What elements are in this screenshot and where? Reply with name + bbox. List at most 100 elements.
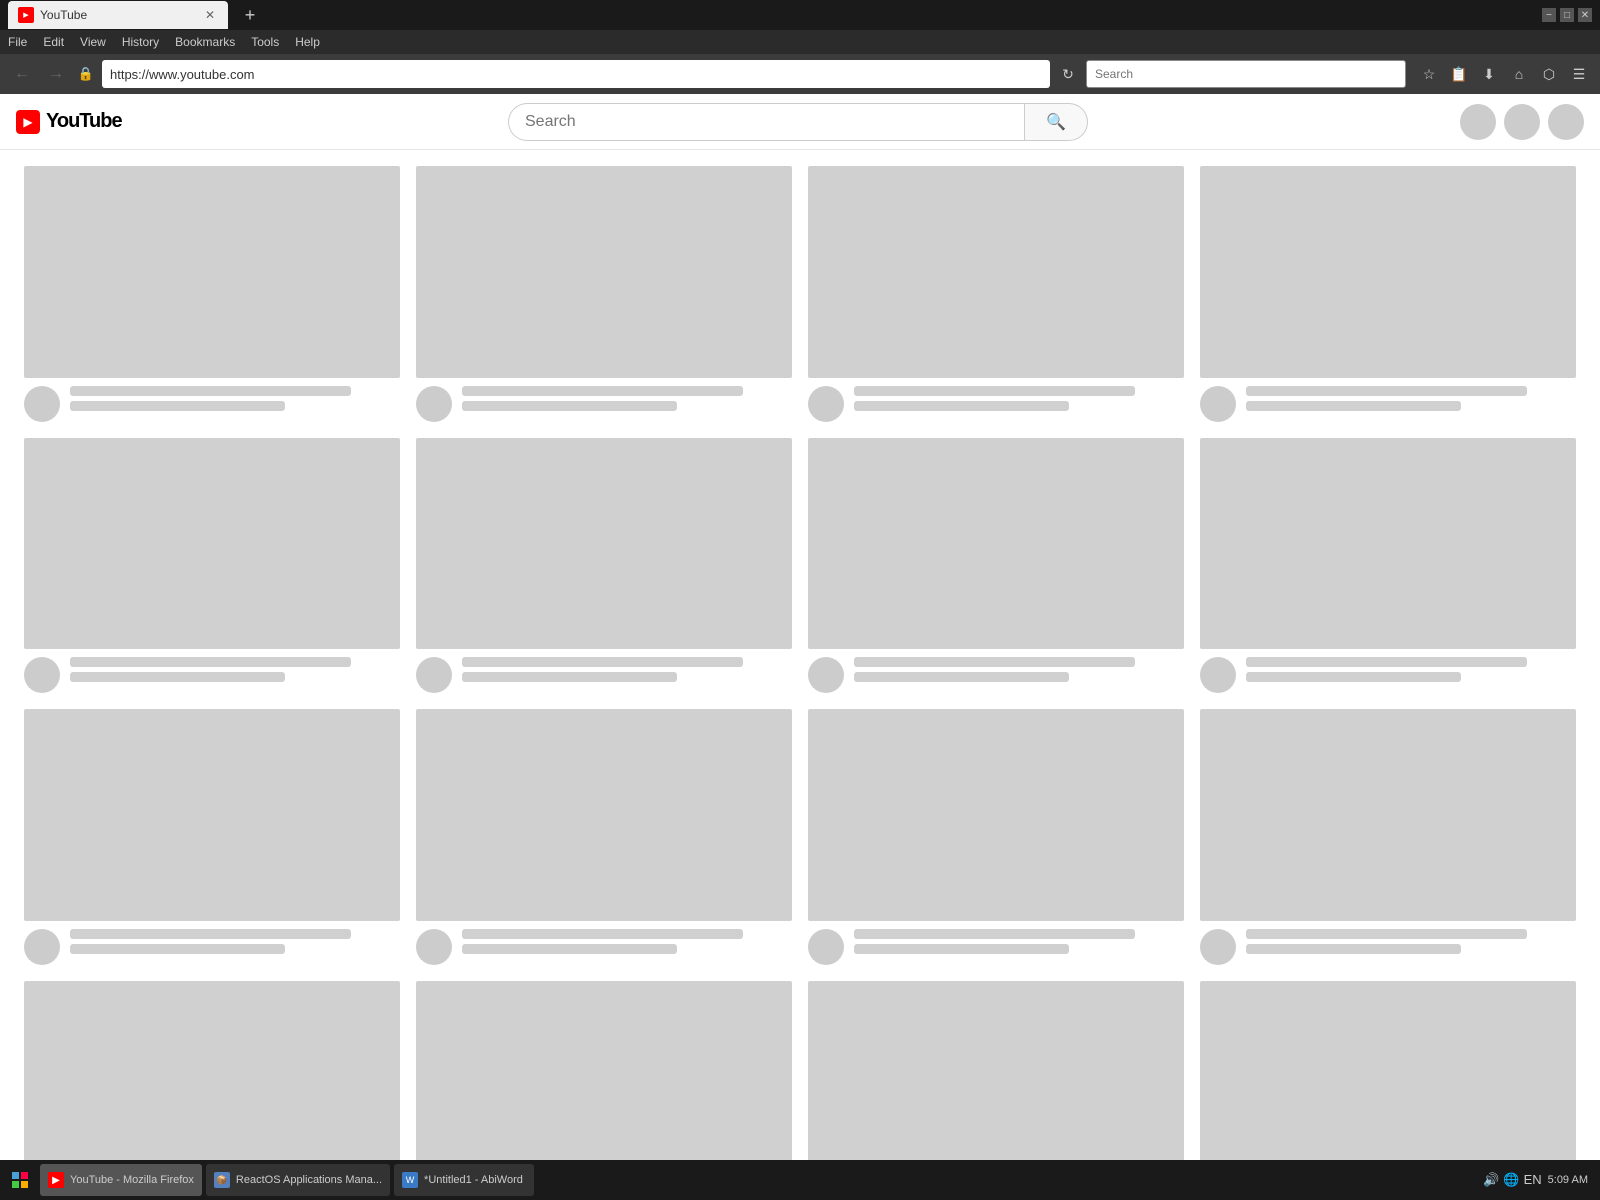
card-meta [1246,929,1576,954]
start-button[interactable] [4,1164,36,1196]
sys-icons: 🔊 🌐 EN [1483,1172,1541,1188]
menu-edit[interactable]: Edit [43,35,64,49]
video-thumbnail[interactable] [416,981,792,1165]
skeleton-title-line [854,386,1135,396]
home-button[interactable]: ⌂ [1506,61,1532,87]
video-grid-row-1 [24,166,1576,422]
browser-toolbar: ← → 🔒 ↻ ☆ 📋 ⬇ ⌂ ⬡ ☰ [0,54,1600,94]
card-info [1200,929,1576,965]
video-thumbnail[interactable] [808,981,1184,1165]
window-controls: − □ ✕ [1542,8,1592,22]
video-thumbnail[interactable] [808,438,1184,650]
video-thumbnail[interactable] [416,166,792,378]
skeleton-subtitle-line [462,401,677,411]
menu-view[interactable]: View [80,35,106,49]
pocket-button[interactable]: ⬡ [1536,61,1562,87]
skeleton-title-line [462,657,743,667]
video-thumbnail[interactable] [416,438,792,650]
card-info [808,929,1184,965]
channel-avatar [24,929,60,965]
video-card [808,438,1184,694]
close-button[interactable]: ✕ [1578,8,1592,22]
network-icon: 🌐 [1503,1172,1519,1188]
download-button[interactable]: ⬇ [1476,61,1502,87]
youtube-search-wrapper: 🔍 [508,103,1088,141]
skeleton-title-line [70,386,351,396]
youtube-content [0,150,1600,1164]
taskbar-firefox-button[interactable]: ▶ YouTube - Mozilla Firefox [40,1164,202,1196]
bookmark-list-button[interactable]: 📋 [1446,61,1472,87]
skeleton-title-line [462,929,743,939]
card-meta [462,929,792,954]
youtube-search-container: 🔍 [152,103,1444,141]
card-info [808,657,1184,693]
channel-avatar [24,386,60,422]
back-button[interactable]: ← [8,60,36,88]
video-card [416,709,792,965]
youtube-logo-area: ▶ YouTube [16,110,136,134]
forward-button[interactable]: → [42,60,70,88]
video-card [416,981,792,1165]
card-meta [462,657,792,682]
card-meta [70,386,400,411]
channel-avatar [416,657,452,693]
skeleton-title-line [70,929,351,939]
youtube-logo-text: YouTube [46,110,122,133]
skeleton-subtitle-line [1246,944,1461,954]
card-info [808,386,1184,422]
video-grid-row-3 [24,709,1576,965]
video-thumbnail[interactable] [1200,438,1576,650]
video-thumbnail[interactable] [24,438,400,650]
maximize-button[interactable]: □ [1560,8,1574,22]
menu-file[interactable]: File [8,35,27,49]
skeleton-title-line [1246,657,1527,667]
video-thumbnail[interactable] [808,166,1184,378]
taskbar-firefox-icon: ▶ [48,1172,64,1188]
video-thumbnail[interactable] [24,709,400,921]
card-info [1200,657,1576,693]
video-card [24,166,400,422]
menu-tools[interactable]: Tools [251,35,279,49]
video-card [808,166,1184,422]
video-thumbnail[interactable] [1200,709,1576,921]
taskbar-apps-icon: 📦 [214,1172,230,1188]
speaker-icon: 🔊 [1483,1172,1499,1188]
browser-menubar: File Edit View History Bookmarks Tools H… [0,30,1600,54]
card-meta [70,929,400,954]
youtube-search-button[interactable]: 🔍 [1024,103,1088,141]
channel-avatar [1200,929,1236,965]
menu-button[interactable]: ☰ [1566,61,1592,87]
youtube-header-actions [1460,104,1584,140]
browser-search-input[interactable] [1086,60,1406,88]
taskbar-apps-button[interactable]: 📦 ReactOS Applications Mana... [206,1164,390,1196]
video-thumbnail[interactable] [1200,981,1576,1165]
taskbar-abiword-button[interactable]: W *Untitled1 - AbiWord [394,1164,534,1196]
new-tab-button[interactable]: + [236,1,264,29]
refresh-button[interactable]: ↻ [1056,62,1080,86]
tab-favicon-icon [18,7,34,23]
taskbar-sys-tray: 🔊 🌐 EN 5:09 AM [1483,1172,1596,1188]
card-info [24,386,400,422]
video-thumbnail[interactable] [24,166,400,378]
bookmark-star-button[interactable]: ☆ [1416,61,1442,87]
browser-tab[interactable]: YouTube ✕ [8,1,228,29]
video-card [1200,438,1576,694]
video-thumbnail[interactable] [24,981,400,1165]
minimize-button[interactable]: − [1542,8,1556,22]
taskbar-firefox-label: YouTube - Mozilla Firefox [70,1174,194,1186]
address-bar[interactable] [102,60,1050,88]
video-grid-row-2 [24,438,1576,694]
video-thumbnail[interactable] [416,709,792,921]
video-thumbnail[interactable] [1200,166,1576,378]
video-thumbnail[interactable] [808,709,1184,921]
menu-history[interactable]: History [122,35,159,49]
youtube-logo-icon: ▶ [16,110,40,134]
menu-help[interactable]: Help [295,35,320,49]
card-meta [1246,657,1576,682]
card-meta [854,386,1184,411]
tab-close-button[interactable]: ✕ [202,7,218,23]
menu-bookmarks[interactable]: Bookmarks [175,35,235,49]
video-card [1200,166,1576,422]
video-card [24,709,400,965]
youtube-search-input[interactable] [508,103,1024,141]
